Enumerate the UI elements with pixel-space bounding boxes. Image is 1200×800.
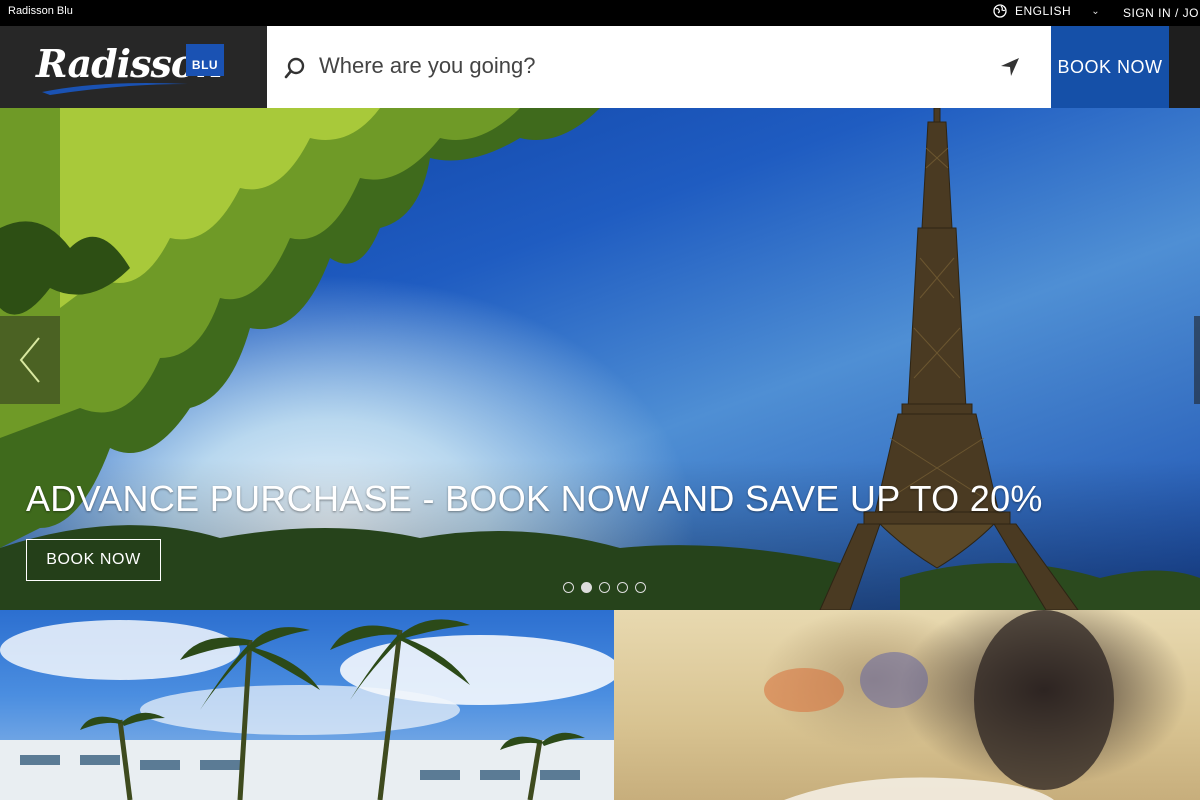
resort-promo-tile[interactable] [0,610,614,800]
destination-input[interactable] [319,44,979,88]
service-promo-tile[interactable] [614,610,1200,800]
hero-headline: ADVANCE PURCHASE - BOOK NOW AND SAVE UP … [26,478,1043,519]
logo-blu-badge: BLU [186,44,224,76]
logo-swoosh-icon [42,83,188,95]
carousel-dot[interactable] [599,582,610,593]
resort-photo-image [0,619,614,800]
carousel-prev-button[interactable] [0,316,60,404]
signin-link[interactable]: SIGN IN / JOI [1123,6,1200,20]
carousel-next-button[interactable] [1194,316,1200,404]
service-photo-image [764,610,1114,800]
book-now-button[interactable]: BOOK NOW [1051,26,1169,108]
utility-bar: Radisson Blu ENGLISH ⌄ SIGN IN / JOI [0,0,1200,26]
carousel-dot[interactable] [617,582,628,593]
carousel-dot[interactable] [635,582,646,593]
chevron-down-icon: ⌄ [1091,5,1101,17]
globe-icon [993,4,1007,18]
radisson-logo[interactable]: Radisson BLU [0,26,267,108]
carousel-dot[interactable] [563,582,574,593]
hero-carousel: ADVANCE PURCHASE - BOOK NOW AND SAVE UP … [0,108,1200,610]
carousel-dot-active[interactable] [581,582,592,593]
hero-book-now-button[interactable]: BOOK NOW [26,539,161,581]
language-selector[interactable]: ENGLISH ⌄ [993,4,1100,18]
location-arrow-icon[interactable] [1000,57,1020,77]
language-label: ENGLISH [1015,4,1072,18]
search-icon [284,57,305,79]
chevron-left-icon [19,337,40,383]
carousel-indicators [563,582,646,593]
hero-scene-image [0,108,1200,610]
destination-search [267,26,1051,108]
site-brand-label: Radisson Blu [8,5,73,17]
main-header: Radisson BLU BOOK NOW [0,26,1200,108]
menu-toggle[interactable] [1169,26,1200,108]
